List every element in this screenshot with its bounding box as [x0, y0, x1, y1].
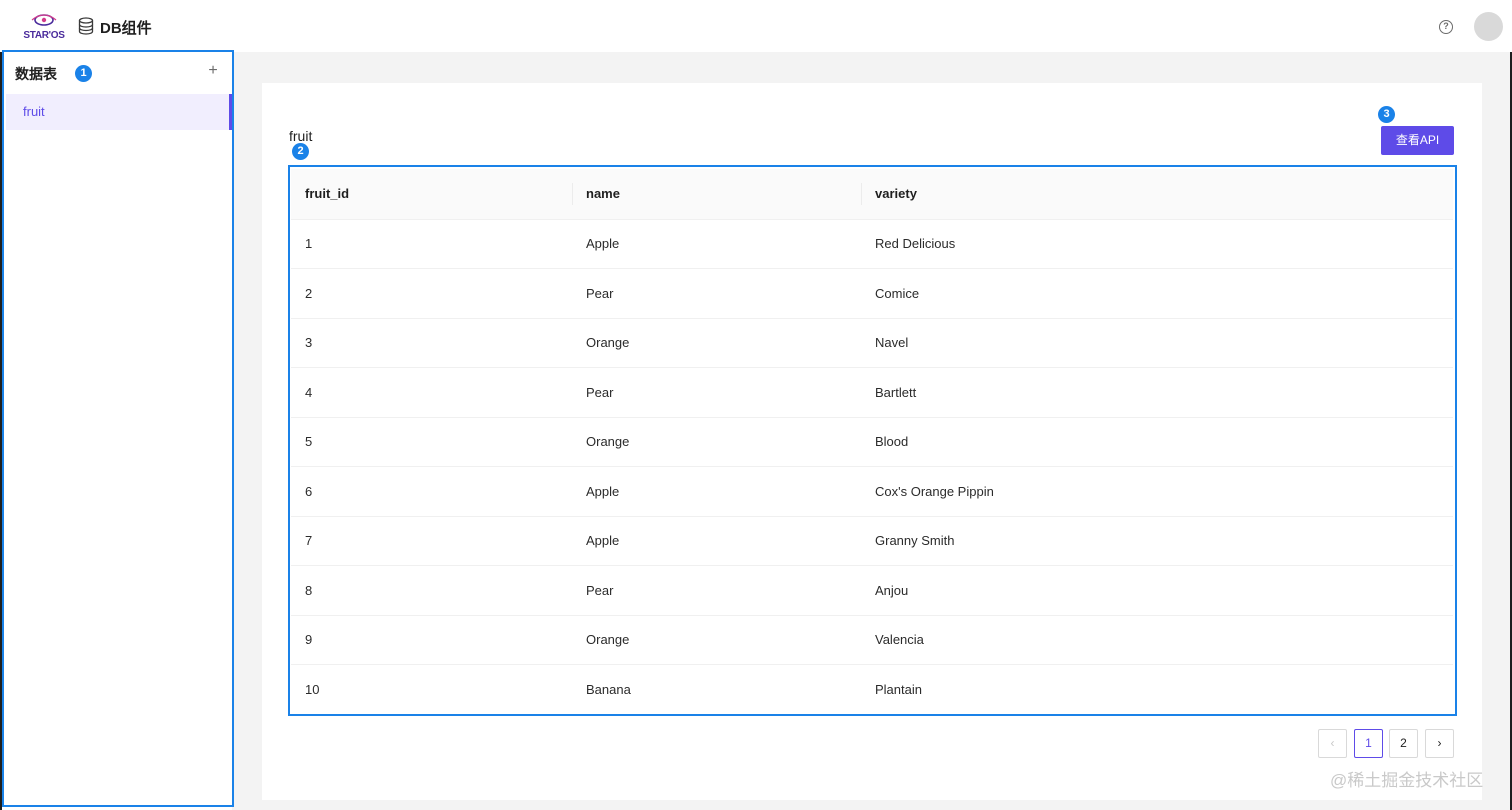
cell-variety: Navel: [861, 318, 1453, 368]
table-row[interactable]: 5 Orange Blood: [291, 417, 1453, 467]
cell-fruit-id: 8: [291, 565, 572, 616]
page-button-1[interactable]: 1: [1354, 729, 1383, 758]
cell-fruit-id: 2: [291, 268, 572, 319]
table-row[interactable]: 9 Orange Valencia: [291, 615, 1453, 665]
cell-name: Orange: [572, 318, 861, 368]
cell-name: Apple: [572, 219, 861, 269]
cell-fruit-id: 1: [291, 219, 572, 269]
table-row[interactable]: 7 Apple Granny Smith: [291, 516, 1453, 566]
page-button-2[interactable]: 2: [1389, 729, 1418, 758]
table-row[interactable]: 8 Pear Anjou: [291, 565, 1453, 616]
cell-variety: Blood: [861, 417, 1453, 467]
watermark: @稀土掘金技术社区: [1330, 771, 1484, 790]
table-row[interactable]: 3 Orange Navel: [291, 318, 1453, 368]
cell-name: Banana: [586, 682, 631, 697]
cell-variety: Bartlett: [861, 367, 1453, 418]
staros-logo[interactable]: STAR'OS: [20, 10, 68, 44]
annotation-badge: 1: [75, 65, 92, 82]
sidebar: 数据表 + fruit: [2, 52, 232, 810]
sidebar-item-label: fruit: [23, 104, 45, 119]
cell-name: Pear: [572, 565, 861, 616]
add-table-icon[interactable]: +: [205, 63, 221, 79]
top-header: STAR'OS DB组件 ?: [0, 0, 1512, 52]
logo-text: STAR'OS: [23, 30, 65, 41]
cell-name: Orange: [572, 615, 861, 665]
help-icon[interactable]: ?: [1439, 20, 1453, 34]
cell-variety: Granny Smith: [861, 516, 1453, 566]
prev-page-button[interactable]: ‹: [1318, 729, 1347, 758]
database-icon: [78, 17, 94, 35]
cell-fruit-id: 5: [291, 417, 572, 467]
cell-variety: Comice: [861, 268, 1453, 319]
table-row[interactable]: 4 Pear Bartlett: [291, 367, 1453, 418]
app-title: DB组件: [100, 20, 152, 37]
cell-fruit-id: 7: [291, 516, 572, 566]
cell-variety: Red Delicious: [861, 219, 1453, 269]
next-page-button[interactable]: ›: [1425, 729, 1454, 758]
cell-fruit-id: 4: [291, 367, 572, 418]
cell-variety: Plantain: [875, 682, 922, 697]
logo-mark-icon: [31, 14, 57, 26]
column-header: name: [572, 169, 861, 220]
table-row[interactable]: 2 Pear Comice: [291, 268, 1453, 319]
cell-name: Apple: [572, 516, 861, 566]
cell-name: Orange: [572, 417, 861, 467]
table-header-row: fruit_id name variety: [291, 169, 1453, 220]
column-header: fruit_id: [291, 169, 572, 220]
cell-fruit-id: 10: [305, 682, 320, 697]
cell-variety: Cox's Orange Pippin: [861, 466, 1453, 517]
table-row[interactable]: 10 Banana Plantain: [291, 665, 1453, 715]
view-api-button[interactable]: 查看API: [1381, 126, 1454, 155]
sidebar-item-fruit[interactable]: fruit: [6, 94, 232, 130]
table-title: fruit: [289, 128, 313, 144]
table-row[interactable]: 1 Apple Red Delicious: [291, 219, 1453, 269]
annotation-badge: 3: [1378, 106, 1395, 123]
cell-name: Pear: [572, 268, 861, 319]
cell-fruit-id: 6: [291, 466, 572, 517]
cell-fruit-id: 9: [291, 615, 572, 665]
column-header: variety: [861, 169, 1453, 220]
table-row[interactable]: 6 Apple Cox's Orange Pippin: [291, 466, 1453, 517]
cell-variety: Valencia: [861, 615, 1453, 665]
sidebar-title: 数据表: [15, 66, 57, 82]
cell-fruit-id: 3: [291, 318, 572, 368]
user-avatar[interactable]: [1474, 12, 1503, 41]
cell-name: Pear: [572, 367, 861, 418]
cell-name: Apple: [572, 466, 861, 517]
cell-variety: Anjou: [861, 565, 1453, 616]
data-table: fruit_id name variety 1 Apple Red Delici…: [291, 169, 1453, 714]
annotation-badge: 2: [292, 143, 309, 160]
